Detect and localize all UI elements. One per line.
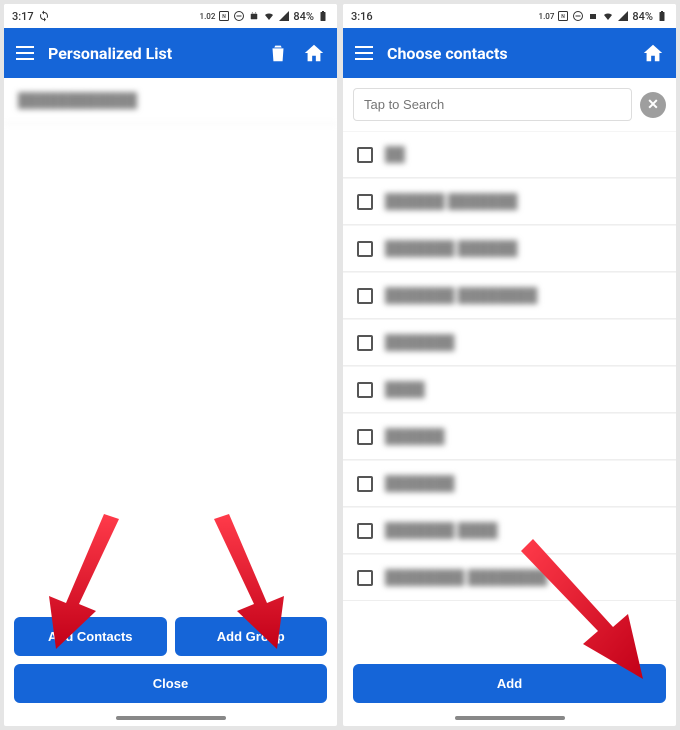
checkbox[interactable]: [357, 570, 373, 586]
contact-name: ████████ ████████: [385, 569, 547, 586]
app-bar: Choose contacts: [343, 28, 676, 78]
svg-text:N: N: [223, 14, 227, 20]
checkbox[interactable]: [357, 429, 373, 445]
home-icon[interactable]: [642, 42, 664, 64]
page-title: Choose contacts: [387, 44, 628, 63]
contact-row[interactable]: ████████ ████████: [343, 554, 676, 601]
battery-icon: [317, 10, 329, 22]
nfc-icon: N: [218, 10, 230, 22]
checkbox[interactable]: [357, 382, 373, 398]
checkbox[interactable]: [357, 241, 373, 257]
contact-name: ██████ ███████: [385, 193, 517, 210]
add-contacts-button[interactable]: Add Contacts: [14, 617, 167, 656]
contact-row[interactable]: ████: [343, 366, 676, 413]
android-icon: [248, 10, 260, 22]
status-kbs: 1.02: [200, 12, 216, 21]
status-kbs: 1.07: [539, 12, 555, 21]
battery-icon: [656, 10, 668, 22]
content-area: ✕ ████████ ██████████████ █████████████ …: [343, 78, 676, 726]
contact-name: ███████: [385, 334, 454, 351]
nav-indicator: [455, 716, 565, 720]
search-input[interactable]: [353, 88, 632, 121]
trash-icon[interactable]: [267, 42, 289, 64]
nfc-icon: N: [557, 10, 569, 22]
app-bar: Personalized List: [4, 28, 337, 78]
menu-icon[interactable]: [16, 46, 34, 60]
contacts-list[interactable]: ████████ ██████████████ █████████████ ██…: [343, 131, 676, 654]
status-time: 3:17: [12, 10, 34, 23]
contact-row[interactable]: ███████ ████: [343, 507, 676, 554]
checkbox[interactable]: [357, 288, 373, 304]
status-battery-pct: 84%: [293, 10, 314, 23]
checkbox[interactable]: [357, 194, 373, 210]
contact-name: ███████ ██████: [385, 240, 517, 257]
contact-row[interactable]: ███████: [343, 319, 676, 366]
left-screen: 3:17 1.02 N 84% Personalized List ██████…: [4, 4, 337, 726]
status-bar: 3:16 1.07 N 84%: [343, 4, 676, 28]
checkbox[interactable]: [357, 147, 373, 163]
bottom-buttons: Add: [343, 654, 676, 713]
search-row: ✕: [343, 78, 676, 131]
content-area: ████████████ Add Contacts Add Group Clos…: [4, 78, 337, 726]
home-icon[interactable]: [303, 42, 325, 64]
signal-icon: [278, 10, 290, 22]
nav-indicator: [116, 716, 226, 720]
checkbox[interactable]: [357, 335, 373, 351]
list-item[interactable]: ████████████: [4, 78, 337, 124]
menu-icon[interactable]: [355, 46, 373, 60]
do-not-disturb-icon: [233, 10, 245, 22]
status-battery-pct: 84%: [632, 10, 653, 23]
right-screen: 3:16 1.07 N 84% Choose contacts ✕ ██████…: [343, 4, 676, 726]
checkbox[interactable]: [357, 476, 373, 492]
contact-name: ██: [385, 146, 405, 163]
contact-row[interactable]: ██████: [343, 413, 676, 460]
close-button[interactable]: Close: [14, 664, 327, 703]
sync-icon: [38, 10, 50, 22]
checkbox[interactable]: [357, 523, 373, 539]
contact-name: ███████ ████: [385, 522, 498, 539]
contact-name: ███████: [385, 475, 454, 492]
contact-name: ████: [385, 381, 425, 398]
signal-icon: [617, 10, 629, 22]
add-button[interactable]: Add: [353, 664, 666, 703]
contact-name: ██████: [385, 428, 445, 445]
bottom-buttons: Add Contacts Add Group Close: [4, 607, 337, 713]
close-icon[interactable]: ✕: [640, 92, 666, 118]
wifi-icon: [602, 10, 614, 22]
android-icon: [587, 10, 599, 22]
status-time: 3:16: [351, 10, 373, 23]
contact-row[interactable]: ███████ ████████: [343, 272, 676, 319]
do-not-disturb-icon: [572, 10, 584, 22]
svg-text:N: N: [562, 14, 566, 20]
add-group-button[interactable]: Add Group: [175, 617, 328, 656]
contact-row[interactable]: ███████ ██████: [343, 225, 676, 272]
contact-row[interactable]: ██████ ███████: [343, 178, 676, 225]
contact-row[interactable]: ███████: [343, 460, 676, 507]
status-bar: 3:17 1.02 N 84%: [4, 4, 337, 28]
wifi-icon: [263, 10, 275, 22]
contact-row[interactable]: ██: [343, 131, 676, 178]
page-title: Personalized List: [48, 44, 253, 63]
contact-name: ███████ ████████: [385, 287, 537, 304]
